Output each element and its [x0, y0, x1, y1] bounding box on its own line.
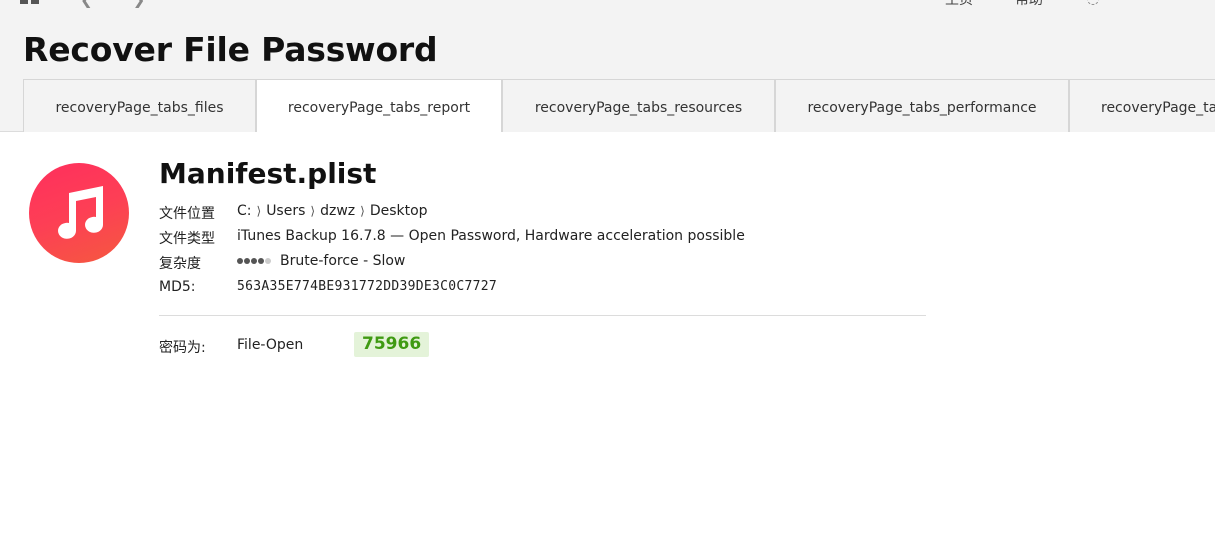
page-header: ❮ ❯ 主页 帮助 ◌ Recover File Password recove… [0, 0, 1215, 132]
file-type-value: iTunes Backup 16.7.8 — Open Password, Ha… [237, 228, 745, 244]
complexity-dot-filled [251, 258, 257, 264]
toolbar-help[interactable]: 帮助 [1015, 0, 1043, 8]
toolbar-home[interactable]: 主页 [945, 0, 973, 8]
path-segment: Users [266, 203, 306, 219]
complexity-dot-filled [244, 258, 250, 264]
path-separator-icon: ⟩ [310, 204, 316, 218]
complexity-value: Brute-force - Slow [237, 253, 405, 269]
page-title: Recover File Password [23, 30, 438, 69]
tab-label: recoveryPage_tabs_resources [534, 100, 743, 116]
tab-label: recoveryPage_tabs_performance [807, 100, 1037, 116]
music-note-icon [58, 186, 103, 239]
md5-label: MD5: [159, 279, 196, 295]
divider [159, 315, 926, 316]
path-segment: C: [237, 203, 252, 219]
complexity-dot-empty [265, 258, 271, 264]
path-separator-icon: ⟩ [360, 204, 365, 218]
file-name: Manifest.plist [159, 157, 377, 190]
tab-label: recoveryPage_tabs_files [55, 100, 224, 116]
path-segment: Desktop [369, 203, 428, 219]
tab-report[interactable]: recoveryPage_tabs_report [256, 79, 502, 132]
app-menu-icon[interactable] [20, 0, 28, 4]
tab-files[interactable]: recoveryPage_tabs_files [23, 79, 256, 132]
app-menu-icon-part [31, 0, 39, 4]
tab-bar: recoveryPage_tabs_files recoveryPage_tab… [23, 79, 1215, 132]
complexity-dots [237, 253, 272, 269]
file-type-icon [29, 163, 129, 263]
password-label: 密码为: [159, 340, 206, 356]
tab-label: recoveryPage_tabs_log [1101, 100, 1215, 116]
complexity-dot-filled [258, 258, 264, 264]
tab-log[interactable]: recoveryPage_tabs_log [1069, 79, 1215, 132]
complexity-dot-filled [237, 258, 243, 264]
forward-icon[interactable]: ❯ [132, 0, 145, 8]
tab-performance[interactable]: recoveryPage_tabs_performance [775, 79, 1069, 132]
tab-label: recoveryPage_tabs_report [287, 100, 471, 116]
back-icon[interactable]: ❮ [80, 0, 93, 8]
md5-value: 563A35E774BE931772DD39DE3C0C7727 [237, 279, 498, 294]
password-kind: File-Open [237, 337, 304, 353]
complexity-label: 复杂度 [159, 256, 201, 272]
complexity-text: Brute-force - Slow [280, 253, 406, 269]
path-segment: dzwz [320, 203, 356, 219]
settings-icon[interactable]: ◌ [1086, 0, 1100, 7]
file-location-label: 文件位置 [159, 206, 215, 222]
path-separator-icon: ⟩ [256, 204, 262, 218]
tab-resources[interactable]: recoveryPage_tabs_resources [502, 79, 775, 132]
file-location-path: C: ⟩ Users ⟩ dzwz ⟩ Desktop [237, 203, 428, 219]
password-value[interactable]: 75966 [354, 332, 430, 357]
file-type-label: 文件类型 [159, 231, 215, 247]
top-toolbar: ❮ ❯ 主页 帮助 ◌ [0, 0, 1215, 8]
